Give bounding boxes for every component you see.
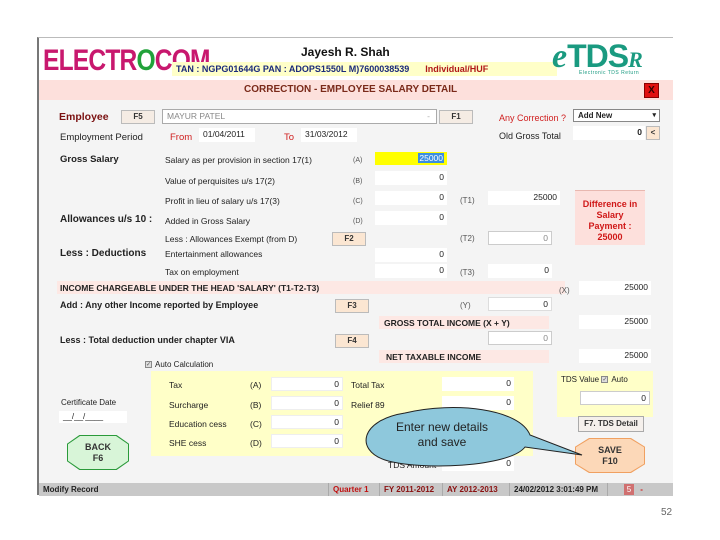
surcharge-label: Surcharge <box>169 400 209 410</box>
perquisites-17-2-field[interactable]: 0 <box>375 171 447 185</box>
income-chargeable-field: 25000 <box>579 281 651 295</box>
allowances-label: Allowances u/s 10 : <box>60 214 153 225</box>
tag-c: (C) <box>353 198 363 205</box>
tax-on-employment-field[interactable]: 0 <box>375 264 447 278</box>
tag-t1: (T1) <box>460 196 475 205</box>
tax-field[interactable]: 0 <box>271 377 343 391</box>
salary-17-1-field[interactable]: 25000 <box>375 152 447 165</box>
close-button[interactable]: X <box>644 83 659 98</box>
tax-label: Tax <box>169 380 183 390</box>
form-title: CORRECTION - EMPLOYEE SALARY DETAIL <box>244 84 458 95</box>
allowances-added-field[interactable]: 0 <box>375 211 447 225</box>
from-date-field[interactable]: 01/04/2011 <box>199 128 255 142</box>
any-correction-select[interactable]: Add New ▾ <box>573 109 660 122</box>
allowances-added-label: Added in Gross Salary <box>165 216 251 226</box>
chapter-via-field: 0 <box>488 331 552 345</box>
chapter-via-label: Less : Total deduction under chapter VIA <box>60 335 235 345</box>
tax-tag-a: (A) <box>250 380 262 390</box>
f4-button[interactable]: F4 <box>335 334 369 348</box>
profit-17-3-field[interactable]: 0 <box>375 191 447 205</box>
t3-total-field: 0 <box>488 264 552 278</box>
she-cess-tag-d: (D) <box>250 438 262 448</box>
less-deductions-label: Less : Deductions <box>60 248 147 259</box>
certificate-date-field[interactable]: __/__/____ <box>59 411 127 423</box>
employee-label: Employee <box>59 111 109 123</box>
from-label: From <box>170 132 193 143</box>
company-name: Jayesh R. Shah <box>301 45 390 59</box>
auto-calculation-checkbox[interactable]: ✓ Auto Calculation <box>145 360 213 369</box>
tag-b: (B) <box>353 178 363 185</box>
net-taxable-income-field: 25000 <box>579 349 651 363</box>
income-chargeable-label: INCOME CHARGEABLE UNDER THE HEAD 'SALARY… <box>60 283 320 293</box>
gross-total-income-field: 25000 <box>579 315 651 329</box>
f5-employee-button[interactable]: F5 <box>121 110 155 124</box>
certificate-date-label: Certificate Date <box>61 398 117 407</box>
net-taxable-income-label: NET TAXABLE INCOME <box>386 352 482 362</box>
tag-t3: (T3) <box>460 268 475 277</box>
tds-value-field[interactable]: 0 <box>580 391 650 405</box>
form-titlebar: CORRECTION - EMPLOYEE SALARY DETAIL X <box>39 80 673 100</box>
dropdown-arrow-icon: - <box>427 111 430 121</box>
tds-auto-checkbox[interactable]: ✓ <box>601 376 609 384</box>
surcharge-field[interactable]: 0 <box>271 396 343 410</box>
datetime: 24/02/2012 3:01:49 PM <box>509 483 598 496</box>
tds-value-label: TDS Value ✓ Auto <box>561 375 628 384</box>
f3-button[interactable]: F3 <box>335 299 369 313</box>
old-gross-total-field[interactable]: 0 <box>573 126 645 140</box>
record-count-badge: 5 <box>624 484 634 495</box>
etds-logo-subtitle: Electronic TDS Return <box>579 70 640 76</box>
education-cess-tag-c: (C) <box>250 419 262 429</box>
employee-select[interactable]: MAYUR PATEL - <box>162 109 437 124</box>
other-income-label: Add : Any other Income reported by Emplo… <box>60 300 259 310</box>
tax-on-employment-label: Tax on employment <box>165 267 239 277</box>
t1-total-field: 25000 <box>488 191 560 205</box>
gross-total-income-label: GROSS TOTAL INCOME (X + Y) <box>384 318 510 328</box>
total-tax-label: Total Tax <box>351 380 385 390</box>
tan-pan-info: TAN : NGPG01644G PAN : ADOPS1550L M)7600… <box>172 62 557 76</box>
allowances-exempt-label: Less : Allowances Exempt (from D) <box>165 234 298 244</box>
total-tax-field: 0 <box>442 377 514 391</box>
old-gross-total-label: Old Gross Total <box>499 131 561 141</box>
perquisites-17-2-label: Value of perquisites u/s 17(2) <box>165 176 275 186</box>
assessment-year: AY 2012-2013 <box>442 483 498 496</box>
t2-total-field: 0 <box>488 231 552 245</box>
tag-y: (Y) <box>460 301 471 310</box>
tag-x: (X) <box>559 286 570 295</box>
checkbox-checked-icon: ✓ <box>145 361 152 369</box>
other-income-field: 0 <box>488 297 552 311</box>
entertainment-label: Entertainment allowances <box>165 249 263 259</box>
f2-button[interactable]: F2 <box>332 232 366 246</box>
callout-text: Enter new details and save <box>395 420 489 449</box>
app-header: ELECTROCOM Jayesh R. Shah TAN : NGPG0164… <box>39 38 673 80</box>
education-cess-label: Education cess <box>169 419 227 429</box>
she-cess-label: SHE cess <box>169 438 207 448</box>
financial-year: FY 2011-2012 <box>379 483 434 496</box>
surcharge-tag-b: (B) <box>250 400 262 410</box>
education-cess-field[interactable]: 0 <box>271 415 343 429</box>
difference-in-salary-note: Difference in Salary Payment : 25000 <box>575 190 645 245</box>
assessee-type: Individual/HUF <box>425 64 489 74</box>
profit-17-3-label: Profit in lieu of salary u/s 17(3) <box>165 196 280 206</box>
tag-d: (D) <box>353 218 363 225</box>
entertainment-field[interactable]: 0 <box>375 248 447 262</box>
to-label: To <box>284 132 295 143</box>
tag-a: (A) <box>353 157 363 164</box>
any-correction-label: Any Correction ? <box>499 113 567 123</box>
f1-button[interactable]: F1 <box>439 110 473 124</box>
chevron-down-icon: ▾ <box>652 112 656 119</box>
status-bar: Modify Record Quarter 1 FY 2011-2012 AY … <box>39 483 673 496</box>
quarter-indicator: Quarter 1 <box>328 483 369 496</box>
she-cess-field[interactable]: 0 <box>271 434 343 448</box>
gross-salary-label: Gross Salary <box>60 154 119 165</box>
back-button[interactable]: BACK F6 <box>67 435 129 470</box>
old-gross-back-button[interactable]: < <box>646 126 660 140</box>
employment-period-label: Employment Period <box>60 132 143 143</box>
to-date-field[interactable]: 31/03/2012 <box>301 128 357 142</box>
slide-page-number: 52 <box>661 507 673 518</box>
record-mode: Modify Record <box>43 485 99 494</box>
minimize-button[interactable]: - <box>640 485 643 494</box>
salary-17-1-label: Salary as per provision in section 17(1) <box>165 155 312 165</box>
tag-t2: (T2) <box>460 234 475 243</box>
